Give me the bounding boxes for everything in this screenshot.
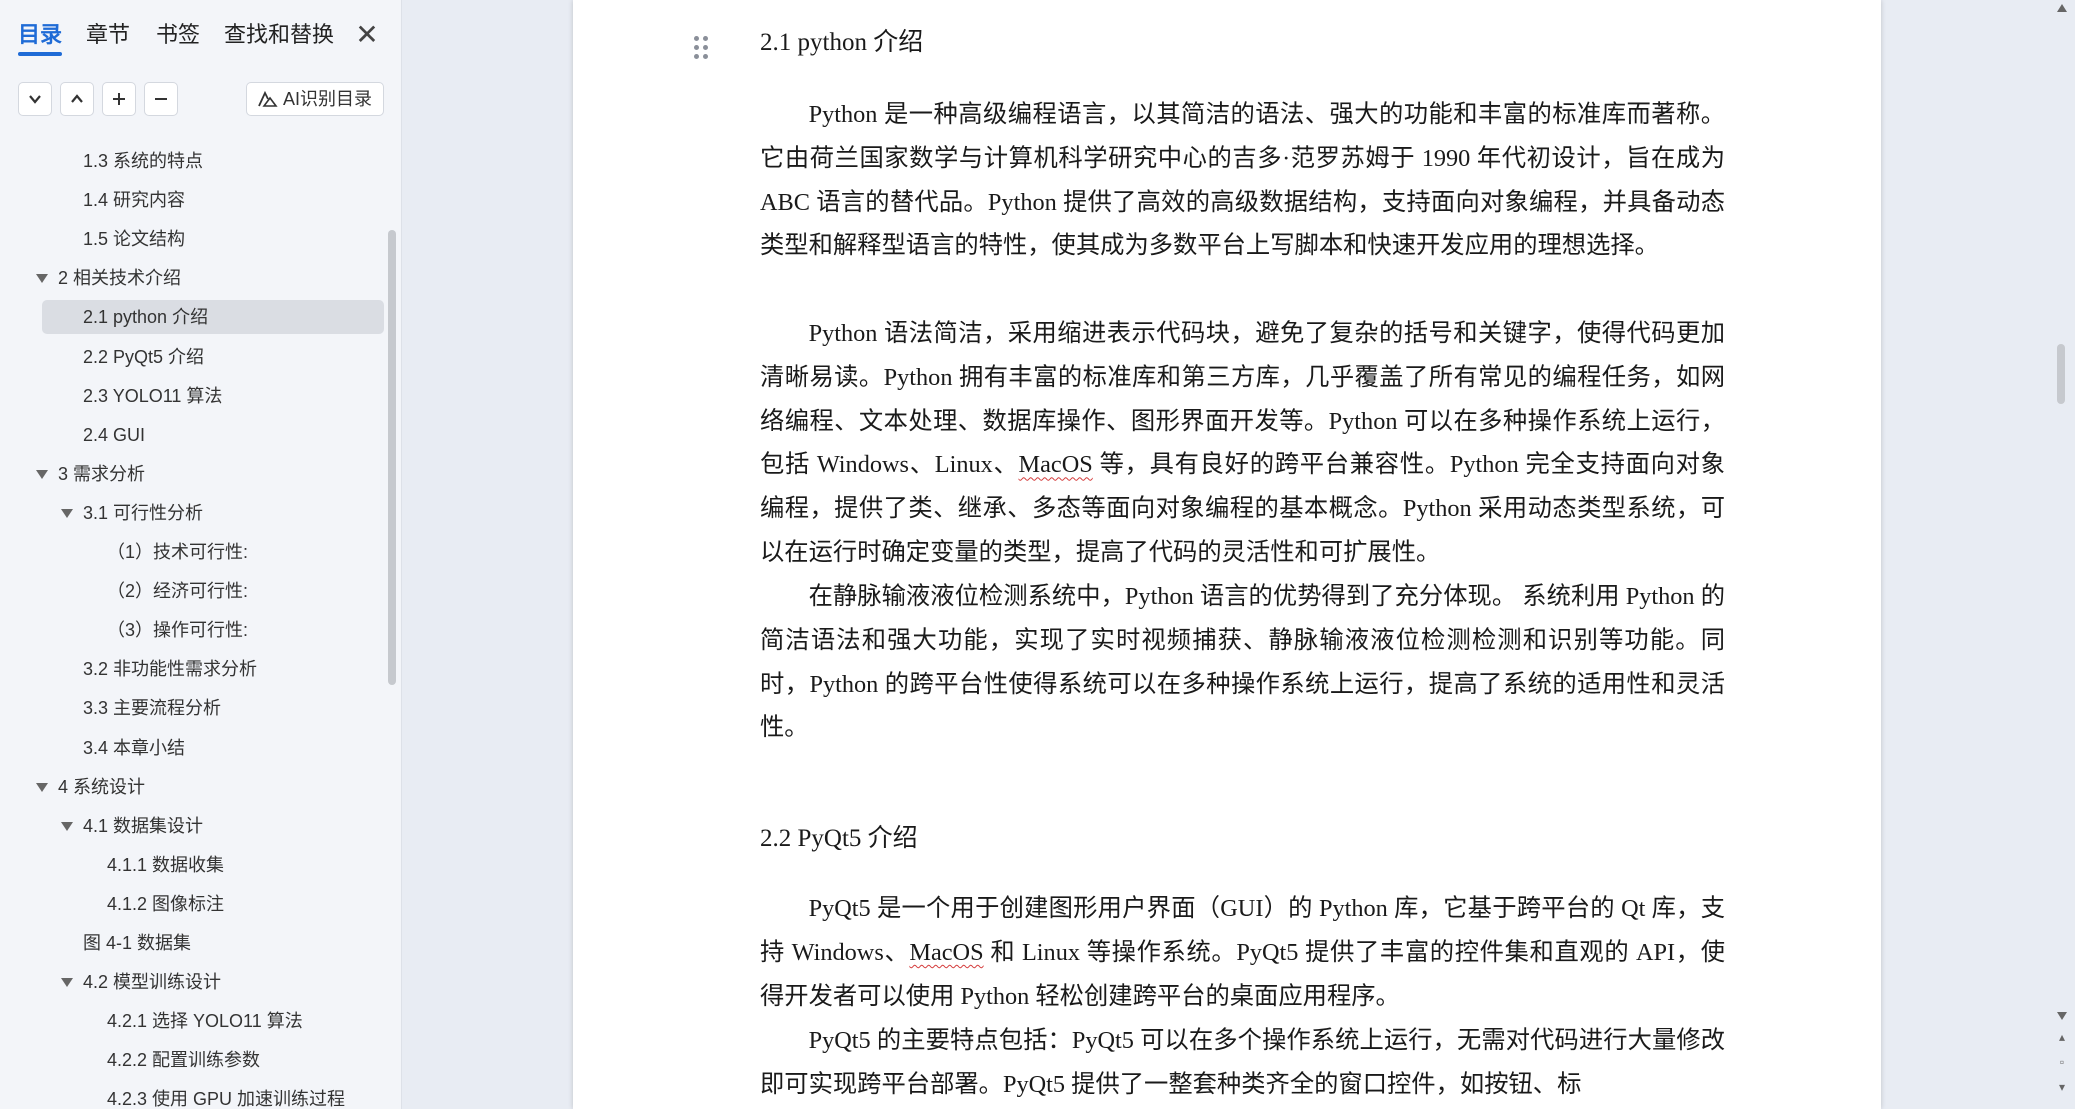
toc-item[interactable]: 4.2.2 配置训练参数 xyxy=(0,1043,388,1077)
toc-item-label: 2.3 YOLO11 算法 xyxy=(83,385,223,406)
toc-item-label: 4.2.1 选择 YOLO11 算法 xyxy=(107,1011,303,1032)
toc-item[interactable]: 2.4 GUI xyxy=(0,418,388,452)
toc-item-label: 4.1.2 图像标注 xyxy=(107,893,225,914)
toc-toolbar: AI识别目录 xyxy=(0,78,402,122)
toc-scrollbar-thumb[interactable] xyxy=(388,230,396,685)
toc-item[interactable]: 4 系统设计 xyxy=(0,770,388,804)
tab-toc[interactable]: 目录 xyxy=(18,20,63,56)
toc-item[interactable]: （1）技术可行性: xyxy=(0,535,388,569)
toc-item-label: （3）操作可行性: xyxy=(107,620,249,641)
toc-item[interactable]: 2.3 YOLO11 算法 xyxy=(0,379,388,413)
drag-handle-icon[interactable] xyxy=(694,36,710,60)
paragraph: Python 是一种高级编程语言，以其简洁的语法、强大的功能和丰富的标准库而著称… xyxy=(760,101,1725,260)
expand-arrow-icon[interactable] xyxy=(61,978,73,988)
toc-item[interactable]: 4.2.3 使用 GPU 加速训练过程 xyxy=(0,1082,388,1109)
ai-button-label: AI识别目录 xyxy=(283,89,373,109)
toc-item-label: 2 相关技术介绍 xyxy=(58,268,182,289)
chevron-down-icon xyxy=(29,95,41,104)
remove-level-button[interactable] xyxy=(144,82,178,116)
toc-item-label: 3.4 本章小结 xyxy=(83,737,186,758)
toc-item-label: 图 4-1 数据集 xyxy=(83,933,192,953)
toc-item[interactable]: 4.1.1 数据收集 xyxy=(0,848,388,882)
toc-item-label: 4.2 模型训练设计 xyxy=(83,972,222,993)
scroll-up-icon[interactable] xyxy=(2057,4,2067,12)
toc-item[interactable]: 4.1.2 图像标注 xyxy=(0,887,388,921)
toc-item[interactable]: 1.3 系统的特点 xyxy=(0,144,388,178)
spellcheck-word[interactable]: MacOS xyxy=(1019,451,1093,478)
section-heading: 2.1 python 介绍 xyxy=(760,29,924,56)
toc-scrollbar[interactable] xyxy=(388,230,398,690)
ai-recognize-toc-button[interactable]: AI识别目录 xyxy=(246,82,384,116)
paragraph: PyQt5 是一个用于创建图形用户界面（GUI）的 Python 库，它基于跨平… xyxy=(760,887,1725,1018)
toc-item-label: 2.2 PyQt5 介绍 xyxy=(83,346,205,367)
paragraph: Python 语法简洁，采用缩进表示代码块，避免了复杂的括号和关键字，使得代码更… xyxy=(760,312,1725,575)
toc-item-label: 3.3 主要流程分析 xyxy=(83,698,222,719)
next-page-icon[interactable]: ▾ xyxy=(2054,1080,2070,1094)
close-icon: ✕ xyxy=(355,19,379,50)
expand-arrow-icon[interactable] xyxy=(61,508,73,518)
toc-item-label: 3.2 非功能性需求分析 xyxy=(83,659,258,680)
nav-tabs: 目录 章节 书签 查找和替换 ✕ xyxy=(0,0,402,68)
expand-arrow-icon[interactable] xyxy=(61,821,73,831)
expand-down-button[interactable] xyxy=(18,82,52,116)
toc-item[interactable]: 3.4 本章小结 xyxy=(0,731,388,765)
toc-item-label: 3.1 可行性分析 xyxy=(83,502,204,523)
page-icon[interactable]: ▫ xyxy=(2054,1055,2070,1069)
toc-item-label: 3 需求分析 xyxy=(58,463,146,484)
add-level-button[interactable] xyxy=(102,82,136,116)
close-panel-button[interactable]: ✕ xyxy=(352,18,382,52)
toc-item[interactable]: 图 4-1 数据集 xyxy=(0,926,388,960)
toc-item[interactable]: 2 相关技术介绍 xyxy=(0,261,388,295)
toc-item-label: （1）技术可行性: xyxy=(107,542,249,562)
expand-arrow-icon[interactable] xyxy=(36,782,48,792)
document-scrollbar[interactable]: ▴ ▫ ▾ xyxy=(2052,0,2075,1109)
document-scrollbar-thumb[interactable] xyxy=(2057,344,2065,404)
plus-icon xyxy=(113,93,125,105)
chevron-up-icon xyxy=(71,94,83,103)
toc-item-label: 4 系统设计 xyxy=(58,776,146,797)
toc-item-label: （2）经济可行性: xyxy=(107,581,249,602)
expand-arrow-icon[interactable] xyxy=(36,274,48,284)
toc-list: 1.3 系统的特点 1.4 研究内容 1.5 论文结构 2 相关技术介绍 2.1 pyt… xyxy=(0,144,388,1109)
toc-item[interactable]: 3 需求分析 xyxy=(0,457,388,491)
toc-item[interactable]: 2.1 python 介绍 xyxy=(42,300,384,335)
toc-item[interactable]: 1.4 研究内容 xyxy=(0,183,388,217)
tab-bookmarks[interactable]: 书签 xyxy=(156,20,200,50)
paragraph: 在静脉输液液位检测系统中，Python 语言的优势得到了充分体现。 系统利用 P… xyxy=(760,583,1725,742)
toc-item[interactable]: 4.2 模型训练设计 xyxy=(0,965,388,999)
navigation-panel: 目录 章节 书签 查找和替换 ✕ AI识别目录 1.3 系统的特点 1.4 研究内… xyxy=(0,0,402,1109)
toc-item-label: 2.4 GUI xyxy=(83,424,146,445)
tab-find-replace[interactable]: 查找和替换 xyxy=(224,20,334,50)
toc-item-label: 1.3 系统的特点 xyxy=(83,151,204,171)
toc-item[interactable]: 3.3 主要流程分析 xyxy=(0,691,388,725)
toc-item-label: 1.4 研究内容 xyxy=(83,190,186,211)
prev-page-icon[interactable]: ▴ xyxy=(2054,1030,2070,1044)
expand-arrow-icon[interactable] xyxy=(36,469,48,479)
scroll-down-icon[interactable] xyxy=(2057,1012,2067,1020)
minus-icon xyxy=(155,98,167,100)
toc-item[interactable]: （3）操作可行性: xyxy=(0,613,388,647)
toc-item[interactable]: 4.2.1 选择 YOLO11 算法 xyxy=(0,1004,388,1038)
section-heading: 2.2 PyQt5 介绍 xyxy=(760,825,918,852)
toc-item-label: 4.2.3 使用 GPU 加速训练过程 xyxy=(107,1089,346,1109)
toc-item-label: 4.1.1 数据收集 xyxy=(107,854,225,875)
toc-item-label: 1.5 论文结构 xyxy=(83,229,186,250)
spellcheck-word[interactable]: MacOS xyxy=(909,939,983,966)
toc-item[interactable]: 2.2 PyQt5 介绍 xyxy=(0,340,388,374)
toc-item[interactable]: 1.5 论文结构 xyxy=(0,222,388,256)
collapse-up-button[interactable] xyxy=(60,82,94,116)
toc-item[interactable]: （2）经济可行性: xyxy=(0,574,388,608)
paragraph: PyQt5 的主要特点包括：PyQt5 可以在多个操作系统上运行，无需对代码进行… xyxy=(760,1027,1725,1098)
toc-item-label: 4.2.2 配置训练参数 xyxy=(107,1050,261,1071)
toc-item[interactable]: 4.1 数据集设计 xyxy=(0,809,388,843)
ai-magic-icon xyxy=(258,90,278,107)
tab-chapters[interactable]: 章节 xyxy=(86,20,130,50)
toc-item[interactable]: 3.1 可行性分析 xyxy=(0,496,388,530)
toc-item-label: 4.1 数据集设计 xyxy=(83,815,204,836)
toc-item-label: 2.1 python 介绍 xyxy=(83,307,209,328)
toc-item[interactable]: 3.2 非功能性需求分析 xyxy=(0,652,388,686)
